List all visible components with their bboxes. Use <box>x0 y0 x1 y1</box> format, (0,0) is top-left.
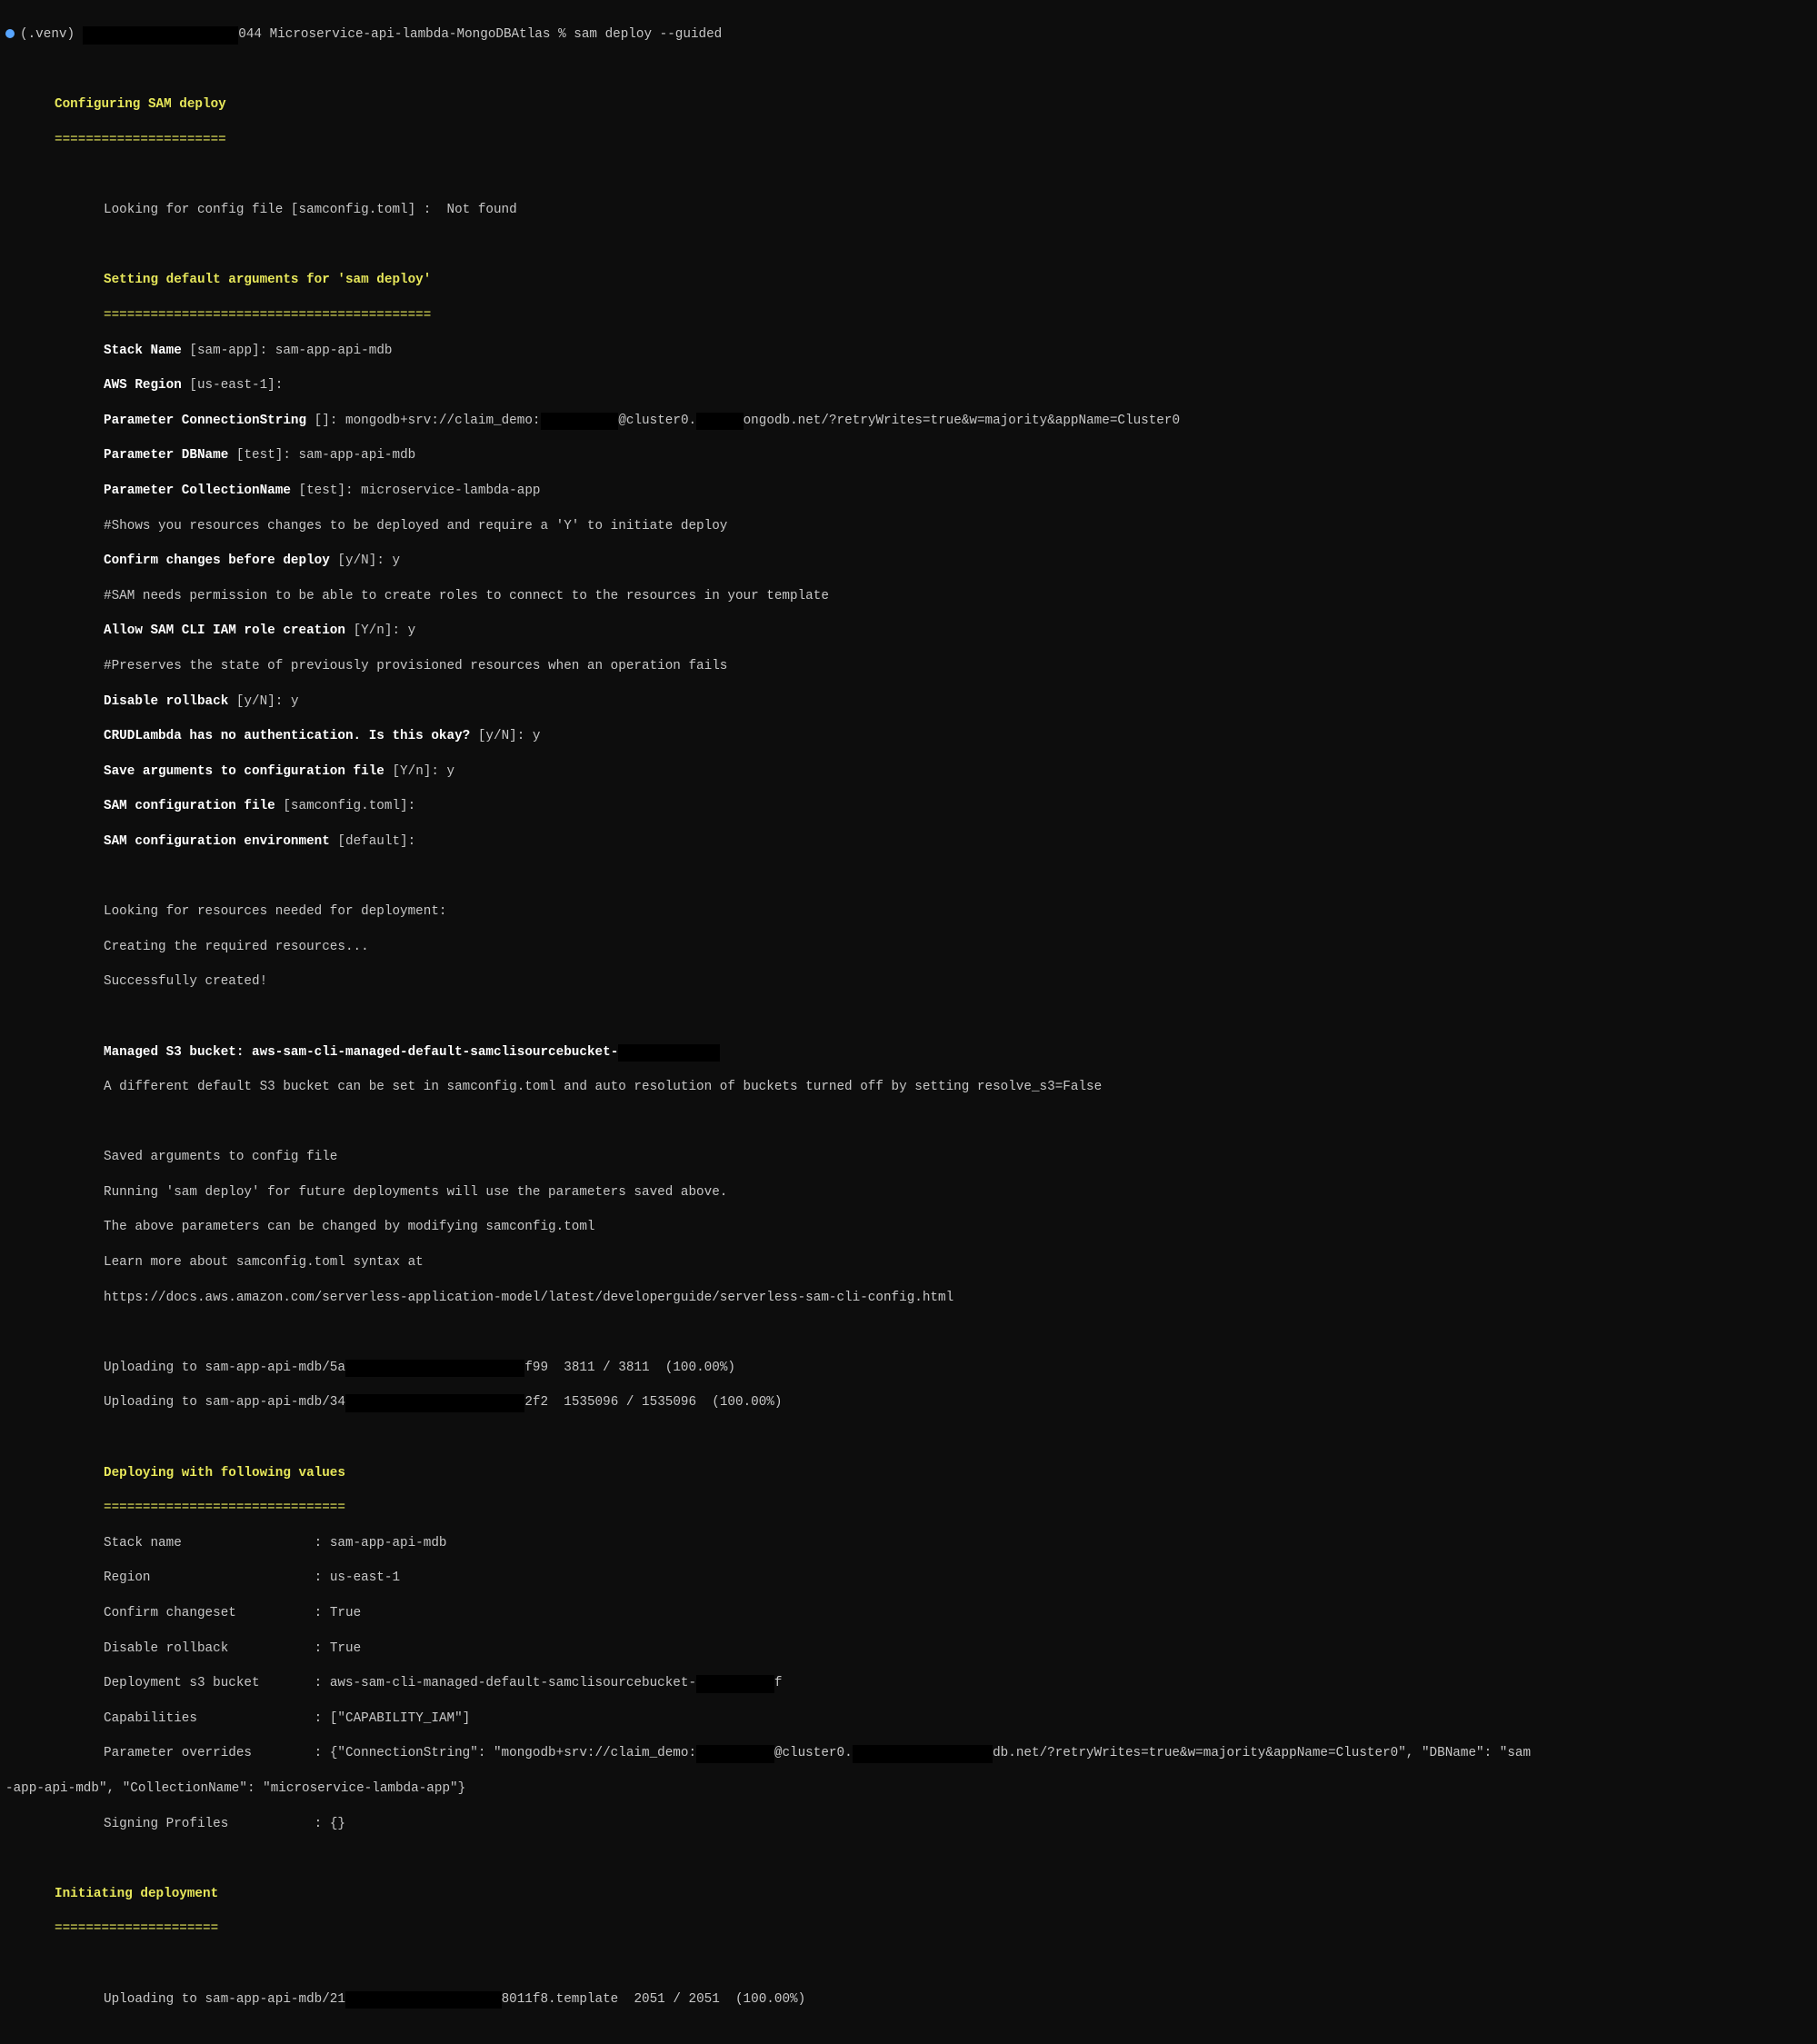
arg-label: Parameter CollectionName <box>104 484 291 498</box>
arg-value: microservice-lambda-app <box>361 484 540 498</box>
arg-default: [sam-app] <box>189 344 259 358</box>
arg-label: Parameter DBName <box>104 448 228 463</box>
resource-line: Looking for resources needed for deploym… <box>5 903 1812 921</box>
arg-default: [test] <box>299 484 345 498</box>
terminal-viewport[interactable]: (.venv) XXXXXXXXXXXXXXXXXXXX044 Microser… <box>0 0 1817 2044</box>
tab-indicator-icon <box>5 29 15 38</box>
arg-aws-region: AWS Region [us-east-1]: <box>5 377 1812 394</box>
arg-collection: Parameter CollectionName [test]: microse… <box>5 483 1812 500</box>
arg-value: sam-app-api-mdb <box>299 448 416 463</box>
cwd: Microservice-api-lambda-MongoDBAtlas <box>270 27 551 42</box>
resource-line: Successfully created! <box>5 973 1812 991</box>
venv-label: (.venv) <box>20 27 75 42</box>
arg-stack-name: Stack Name [sam-app]: sam-app-api-mdb <box>5 343 1812 360</box>
arg-sam-config-file: SAM configuration file [samconfig.toml]: <box>5 798 1812 815</box>
kv-s3-bucket: Deployment s3 bucket : aws-sam-cli-manag… <box>5 1675 1812 1692</box>
comment-line: #Shows you resources changes to be deplo… <box>5 518 1812 535</box>
arg-sam-config-env: SAM configuration environment [default]: <box>5 833 1812 851</box>
post-note: Running 'sam deploy' for future deployme… <box>5 1184 1812 1201</box>
prompt-line: (.venv) XXXXXXXXXXXXXXXXXXXX044 Microser… <box>5 26 1812 44</box>
section-title-initiating: Initiating deployment <box>55 1887 218 1901</box>
prompt-sep: % <box>558 27 566 42</box>
arg-default: [test] <box>236 448 283 463</box>
kv-confirm-changeset: Confirm changeset : True <box>5 1605 1812 1622</box>
managed-s3-bucket-line: Managed S3 bucket: aws-sam-cli-managed-d… <box>5 1044 1812 1062</box>
section-title-setting-defaults: Setting default arguments for 'sam deplo… <box>104 273 431 287</box>
config-lookup-line: Looking for config file [samconfig.toml]… <box>104 203 517 217</box>
redacted-host: XXXXXX <box>696 413 743 430</box>
arg-crud-noauth: CRUDLambda has no authentication. Is thi… <box>5 728 1812 745</box>
kv-disable-rollback: Disable rollback : True <box>5 1640 1812 1658</box>
command-executed: sam deploy --guided <box>574 27 722 42</box>
kv-region: Region : us-east-1 <box>5 1570 1812 1587</box>
section-rule: =============================== <box>104 1501 345 1515</box>
arg-confirm-changes: Confirm changes before deploy [y/N]: y <box>5 553 1812 570</box>
host-suffix: 044 <box>238 27 262 42</box>
arg-value: sam-app-api-mdb <box>275 344 393 358</box>
arg-disable-rollback: Disable rollback [y/N]: y <box>5 693 1812 711</box>
post-note: The above parameters can be changed by m… <box>5 1219 1812 1236</box>
arg-connection-string: Parameter ConnectionString []: mongodb+s… <box>5 413 1812 430</box>
arg-value-p1: mongodb+srv://claim_demo: <box>345 414 541 428</box>
section-title-deploying: Deploying with following values <box>104 1466 345 1481</box>
section-rule: ====================== <box>55 133 226 147</box>
arg-label: Parameter ConnectionString <box>104 414 306 428</box>
kv-param-overrides: Parameter overrides : {"ConnectionString… <box>5 1745 1812 1762</box>
kv-stack-name: Stack name : sam-app-api-mdb <box>5 1535 1812 1552</box>
post-note: Learn more about samconfig.toml syntax a… <box>5 1254 1812 1271</box>
arg-value-p2: @cluster0. <box>618 414 696 428</box>
arg-value-p3: ongodb.net/?retryWrites=true&w=majority&… <box>744 414 1180 428</box>
upload-line: Uploading to sam-app-api-mdb/5aXXXXXXXXX… <box>5 1360 1812 1377</box>
upload-line: Uploading to sam-app-api-mdb/34XXXXXXXXX… <box>5 1394 1812 1411</box>
post-note-link: https://docs.aws.amazon.com/serverless-a… <box>5 1290 1812 1307</box>
arg-label: Stack Name <box>104 344 182 358</box>
arg-dbname: Parameter DBName [test]: sam-app-api-mdb <box>5 447 1812 464</box>
kv-signing-profiles: Signing Profiles : {} <box>5 1816 1812 1833</box>
redacted-secret: XXXXXXXXXX <box>541 413 619 430</box>
comment-line: #Preserves the state of previously provi… <box>5 658 1812 675</box>
kv-capabilities: Capabilities : ["CAPABILITY_IAM"] <box>5 1710 1812 1728</box>
section-rule: ========================================… <box>104 308 431 323</box>
resource-line: Creating the required resources... <box>5 939 1812 956</box>
arg-default: [us-east-1] <box>189 378 275 393</box>
bucket-note: A different default S3 bucket can be set… <box>5 1079 1812 1096</box>
arg-label: AWS Region <box>104 378 182 393</box>
arg-save-args: Save arguments to configuration file [Y/… <box>5 763 1812 781</box>
post-note: Saved arguments to config file <box>5 1149 1812 1166</box>
upload-line: Uploading to sam-app-api-mdb/21XXXXXXXXX… <box>5 1991 1812 2009</box>
section-rule: ===================== <box>55 1921 218 1936</box>
comment-line: #SAM needs permission to be able to crea… <box>5 588 1812 605</box>
arg-default: [] <box>314 414 330 428</box>
section-title-configuring: Configuring SAM deploy <box>55 97 226 112</box>
redacted-host: XXXXXXXXXXXXXXXXXXXX <box>83 26 239 44</box>
arg-iam-role: Allow SAM CLI IAM role creation [Y/n]: y <box>5 623 1812 640</box>
kv-param-overrides-continued: -app-api-mdb", "CollectionName": "micros… <box>5 1780 1812 1798</box>
